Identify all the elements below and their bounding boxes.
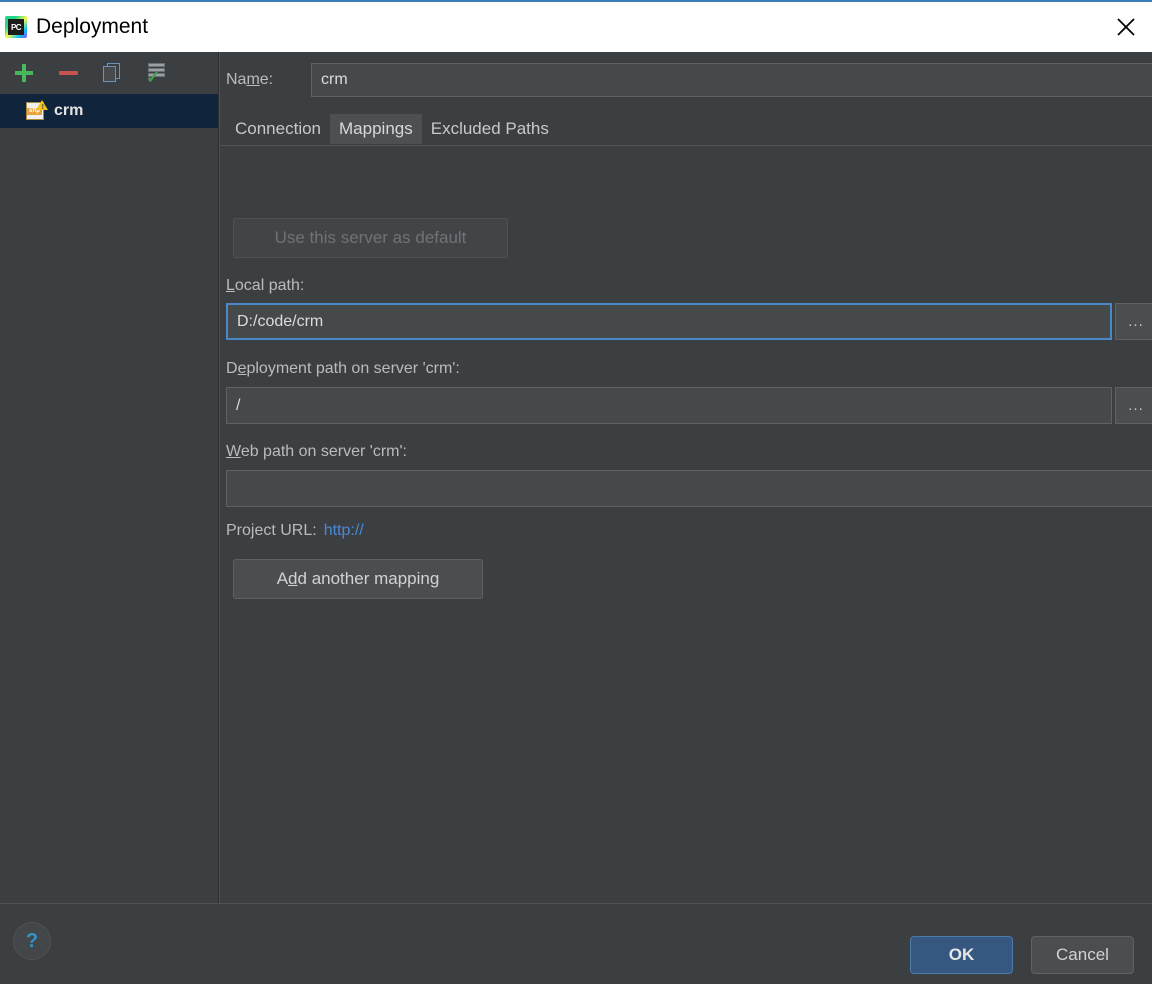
- server-settings-pane: Name: Connection Mappings Excluded Paths…: [220, 52, 1152, 903]
- local-path-browse-button[interactable]: ...: [1115, 303, 1152, 340]
- settings-tabs: Connection Mappings Excluded Paths: [226, 114, 558, 144]
- server-check-icon: ✓: [145, 63, 167, 86]
- set-default-server-button[interactable]: ✓: [134, 53, 178, 93]
- tab-excluded-paths[interactable]: Excluded Paths: [421, 114, 558, 144]
- deployment-path-input[interactable]: [226, 387, 1112, 424]
- window-title: Deployment: [36, 15, 149, 38]
- server-list: sftp ! crm: [0, 94, 218, 128]
- server-list-pane: ✓ sftp ! crm: [0, 52, 218, 903]
- mappings-panel: Use this server as default Local path: .…: [220, 146, 1152, 903]
- copy-icon: [102, 63, 122, 83]
- name-row: Name:: [226, 63, 1152, 97]
- web-path-input[interactable]: [226, 470, 1152, 507]
- project-url-link[interactable]: http://: [324, 522, 364, 539]
- server-list-item-crm[interactable]: sftp ! crm: [0, 94, 218, 128]
- add-server-button[interactable]: [2, 53, 46, 93]
- tab-connection[interactable]: Connection: [226, 114, 331, 144]
- name-input[interactable]: [311, 63, 1152, 97]
- deployment-path-browse-button[interactable]: ...: [1115, 387, 1152, 424]
- deployment-path-label: Deployment path on server 'crm':: [226, 360, 460, 377]
- minus-icon: [58, 71, 78, 75]
- project-url-label: Project URL:: [226, 522, 317, 539]
- add-another-mapping-button[interactable]: Add another mapping: [233, 559, 483, 599]
- remove-server-button[interactable]: [46, 53, 90, 93]
- use-this-server-as-default-button[interactable]: Use this server as default: [233, 218, 508, 258]
- cancel-button[interactable]: Cancel: [1031, 936, 1134, 974]
- sftp-icon: sftp !: [26, 100, 48, 121]
- tab-mappings[interactable]: Mappings: [330, 114, 422, 144]
- close-icon[interactable]: [1100, 2, 1152, 52]
- help-button[interactable]: ?: [13, 922, 51, 960]
- window-titlebar: PC Deployment: [0, 0, 1152, 52]
- copy-server-button[interactable]: [90, 53, 134, 93]
- local-path-input[interactable]: [226, 303, 1112, 340]
- server-toolbar: ✓: [0, 52, 218, 94]
- web-path-label: Web path on server 'crm':: [226, 443, 407, 460]
- plus-icon: [14, 63, 34, 83]
- name-label: Name:: [226, 71, 274, 88]
- server-item-label: crm: [54, 102, 84, 119]
- dialog-body: ✓ sftp ! crm Name: Connection: [0, 52, 1152, 903]
- pycharm-logo-icon: PC: [5, 16, 27, 38]
- local-path-label: Local path:: [226, 277, 305, 294]
- ok-button[interactable]: OK: [910, 936, 1013, 974]
- project-url-row: Project URL: http://: [226, 522, 364, 540]
